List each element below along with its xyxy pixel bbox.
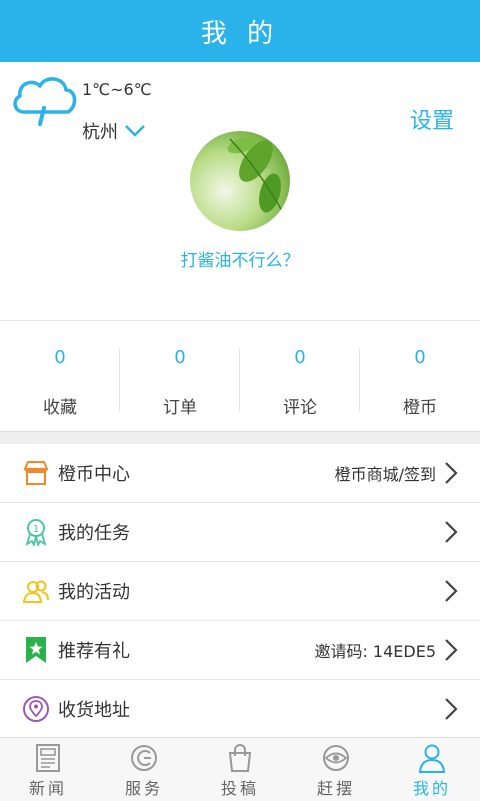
stat-value: 0: [414, 347, 426, 368]
chevron-down-icon: [125, 125, 145, 137]
stat-orders[interactable]: 0 订单: [120, 321, 240, 431]
tab-mine[interactable]: 我的: [384, 738, 480, 801]
nickname-text[interactable]: 打酱油不行么？: [0, 246, 480, 271]
menu-item-label: 收货地址: [58, 700, 130, 721]
star-bookmark-icon: [26, 637, 46, 663]
menu-item-label: 橙币中心: [58, 464, 130, 485]
service-icon: [131, 745, 157, 771]
page-title: 我 的: [200, 18, 280, 49]
stat-label: 订单: [163, 398, 197, 418]
tab-label: 服务: [124, 779, 163, 798]
menu-item-my-tasks[interactable]: 1 我的任务: [0, 503, 480, 562]
title-bar: 我 的: [0, 0, 480, 62]
tab-label: 赶摆: [316, 779, 355, 798]
menu-item-shipping-address[interactable]: 收货地址: [0, 680, 480, 739]
tab-market[interactable]: 赶摆: [288, 738, 384, 801]
temperature-text: 1℃~6℃: [82, 80, 152, 99]
stat-label: 评论: [283, 398, 317, 418]
tab-label: 投稿: [220, 779, 259, 798]
medal-icon: 1: [25, 519, 47, 546]
stat-label: 橙币: [403, 398, 437, 418]
city-label: 杭州: [82, 122, 118, 143]
location-icon: [23, 696, 49, 722]
bag-icon: [228, 744, 252, 772]
stats-bar: 0 收藏 0 订单 0 评论 0 橙币: [0, 321, 480, 431]
chevron-right-icon: [445, 698, 458, 720]
stat-coins[interactable]: 0 橙币: [360, 321, 480, 431]
tab-services[interactable]: 服务: [96, 738, 192, 801]
eye-icon: [323, 745, 349, 771]
section-gap: [0, 431, 480, 444]
settings-button[interactable]: 设置: [410, 103, 454, 135]
user-icon: [418, 744, 446, 773]
chevron-right-icon: [445, 639, 458, 661]
tab-label: 新闻: [28, 779, 67, 798]
menu-item-coin-center[interactable]: 橙币中心 橙币商城/签到: [0, 444, 480, 503]
newspaper-icon: [36, 744, 60, 772]
chevron-right-icon: [445, 462, 458, 484]
city-selector[interactable]: 杭州: [82, 118, 146, 144]
stat-value: 0: [54, 347, 66, 368]
menu-item-value: 橙币商城/签到: [334, 465, 436, 484]
people-icon: [22, 580, 49, 603]
rain-cloud-icon: [13, 77, 77, 126]
stat-value: 0: [174, 347, 186, 368]
stat-label: 收藏: [43, 398, 77, 418]
tab-submit[interactable]: 投稿: [192, 738, 288, 801]
stat-favorites[interactable]: 0 收藏: [0, 321, 120, 431]
bottom-tab-bar: 新闻 服务 投稿 赶摆 我的: [0, 737, 480, 801]
menu-item-label: 我的活动: [58, 582, 130, 603]
avatar[interactable]: [190, 131, 290, 231]
tab-news[interactable]: 新闻: [0, 738, 96, 801]
shop-icon: [23, 461, 49, 485]
menu-item-referral[interactable]: 推荐有礼 邀请码: 14EDE5: [0, 621, 480, 680]
tab-label: 我的: [412, 779, 451, 798]
leaf-avatar-image: [190, 131, 290, 231]
menu-item-label: 我的任务: [58, 523, 130, 544]
stat-value: 0: [294, 347, 306, 368]
menu-item-label: 推荐有礼: [58, 641, 130, 662]
chevron-right-icon: [445, 580, 458, 602]
menu-list: 橙币中心 橙币商城/签到 1 我的任务 我的活动 推荐有礼 邀请码: 14EDE…: [0, 444, 480, 739]
chevron-right-icon: [445, 521, 458, 543]
menu-item-my-activities[interactable]: 我的活动: [0, 562, 480, 621]
menu-item-value: 邀请码: 14EDE5: [314, 642, 436, 661]
stat-comments[interactable]: 0 评论: [240, 321, 360, 431]
svg-text:1: 1: [33, 524, 39, 535]
